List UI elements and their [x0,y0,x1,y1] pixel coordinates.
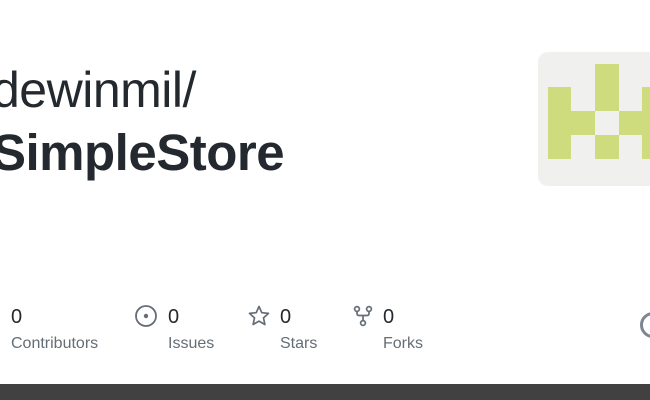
issue-opened-icon [134,304,158,328]
issues-count: 0 [168,306,180,328]
stars-label: Stars [280,335,318,352]
owner-avatar [538,52,650,186]
stars-count: 0 [280,306,292,328]
repo-name[interactable]: SimpleStore [0,124,285,182]
forks-label: Forks [383,335,423,352]
repo-forked-icon [351,304,375,328]
github-logo-icon [640,312,650,338]
contributors-label: Contributors [11,335,99,352]
footer-bar [0,384,650,400]
star-icon [247,304,271,328]
contributors-count: 0 [11,306,23,328]
issues-label: Issues [168,335,215,352]
forks-count: 0 [383,306,395,328]
repo-owner[interactable]: dewinmil/ [0,62,196,118]
